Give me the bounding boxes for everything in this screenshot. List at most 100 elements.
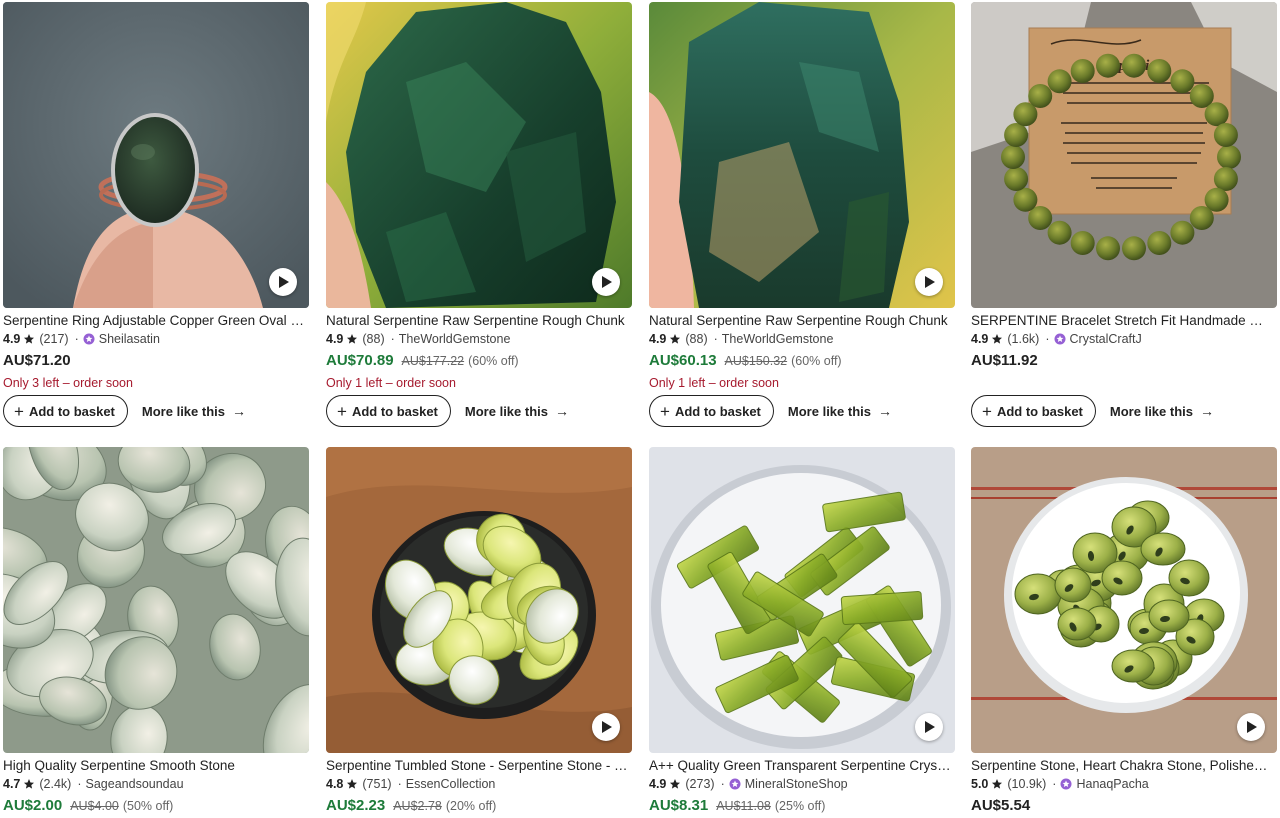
rating-value: 4.7 <box>3 776 21 791</box>
shop-name[interactable]: Sheilasatin <box>99 332 160 346</box>
more-like-this-link[interactable]: More like this → <box>465 403 569 419</box>
play-video-button[interactable] <box>592 713 620 741</box>
rating-row: 4.9 (217) · Sheilasatin <box>3 330 309 347</box>
price-row: AU$70.89 AU$177.22 (60% off) <box>326 352 632 372</box>
separator-dot: · <box>720 776 725 791</box>
product-title[interactable]: Serpentine Tumbled Stone - Serpentine St… <box>326 758 628 774</box>
product-title[interactable]: Serpentine Ring Adjustable Copper Green … <box>3 313 305 329</box>
product-card[interactable]: High Quality Serpentine Smooth Stone 4.7 (… <box>3 447 309 817</box>
current-price: AU$2.23 <box>326 797 386 814</box>
product-card[interactable]: Serpentine SERPENTINE Bracelet Stretch F… <box>971 2 1277 427</box>
more-like-this-link[interactable]: More like this → <box>1110 403 1214 419</box>
original-price: AU$150.32 <box>724 354 788 368</box>
shop-name[interactable]: MineralStoneShop <box>745 777 848 791</box>
rating-row: 5.0 (10.9k) · HanaqPacha <box>971 775 1277 792</box>
product-photo <box>649 447 955 753</box>
shop-name[interactable]: TheWorldGemstone <box>722 332 834 346</box>
product-title[interactable]: SERPENTINE Bracelet Stretch Fit Handmade… <box>971 313 1273 329</box>
rating-row: 4.7 (2.4k) · Sageandsoundau <box>3 775 309 792</box>
plus-icon: + <box>982 401 992 421</box>
product-title[interactable]: Natural Serpentine Raw Serpentine Rough … <box>326 313 628 329</box>
rating-value: 4.9 <box>3 331 21 346</box>
original-price: AU$177.22 <box>401 354 465 368</box>
product-image[interactable] <box>3 447 309 753</box>
product-image[interactable] <box>326 447 632 753</box>
star-icon <box>992 333 1003 344</box>
shop-name[interactable]: EssenCollection <box>406 777 496 791</box>
rating-row: 4.9 (88) · TheWorldGemstone <box>649 330 955 347</box>
star-icon <box>992 778 1003 789</box>
review-count: (10.9k) <box>1007 776 1047 791</box>
play-video-button[interactable] <box>269 268 297 296</box>
product-image[interactable] <box>326 2 632 308</box>
product-image[interactable] <box>649 447 955 753</box>
product-photo <box>3 447 309 753</box>
stock-warning: Only 1 left – order soon <box>326 376 456 390</box>
plus-icon: + <box>337 401 347 421</box>
star-icon <box>670 778 681 789</box>
shop-name[interactable]: TheWorldGemstone <box>399 332 511 346</box>
stock-warning: Only 1 left – order soon <box>649 376 779 390</box>
rating-value: 4.9 <box>649 331 667 346</box>
product-card[interactable]: Serpentine Stone, Heart Chakra Stone, Po… <box>971 447 1277 817</box>
product-card[interactable]: Serpentine Ring Adjustable Copper Green … <box>3 2 309 427</box>
separator-dot: · <box>74 331 79 346</box>
review-count: (88) <box>362 331 385 346</box>
product-photo <box>3 2 309 308</box>
review-count: (88) <box>685 331 708 346</box>
price-row: AU$2.00 AU$4.00 (50% off) <box>3 797 309 817</box>
add-to-basket-label: Add to basket <box>28 403 115 419</box>
more-like-this-link[interactable]: More like this → <box>788 403 892 419</box>
product-card[interactable]: A++ Quality Green Transparent Serpentine… <box>649 447 955 817</box>
play-icon <box>602 721 612 733</box>
price-row: AU$11.92 <box>971 352 1277 372</box>
product-card[interactable]: Serpentine Tumbled Stone - Serpentine St… <box>326 447 632 817</box>
more-like-this-link[interactable]: More like this → <box>142 403 246 419</box>
product-title[interactable]: A++ Quality Green Transparent Serpentine… <box>649 758 951 774</box>
discount-percent: (50% off) <box>122 799 174 813</box>
play-icon <box>925 721 935 733</box>
star-seller-badge-icon <box>729 778 741 789</box>
current-price: AU$60.13 <box>649 352 717 369</box>
card-actions: + Add to basket More like this → <box>3 395 309 427</box>
rating-row: 4.9 (88) · TheWorldGemstone <box>326 330 632 347</box>
price-row: AU$2.23 AU$2.78 (20% off) <box>326 797 632 817</box>
price-row: AU$5.54 <box>971 797 1277 817</box>
review-count: (2.4k) <box>39 776 72 791</box>
review-count: (751) <box>362 776 392 791</box>
product-image[interactable]: Serpentine <box>971 2 1277 308</box>
current-price: AU$70.89 <box>326 352 394 369</box>
arrow-right-icon: → <box>1199 403 1214 419</box>
play-video-button[interactable] <box>915 713 943 741</box>
add-to-basket-button[interactable]: + Add to basket <box>3 395 128 427</box>
add-to-basket-button[interactable]: + Add to basket <box>326 395 451 427</box>
rating-value: 4.9 <box>649 776 667 791</box>
product-grid: Serpentine Ring Adjustable Copper Green … <box>0 0 1280 818</box>
review-count: (273) <box>685 776 715 791</box>
rating-value: 5.0 <box>971 776 989 791</box>
price-row: AU$60.13 AU$150.32 (60% off) <box>649 352 955 372</box>
add-to-basket-button[interactable]: + Add to basket <box>971 395 1096 427</box>
product-image[interactable] <box>3 2 309 308</box>
product-image[interactable] <box>649 2 955 308</box>
shop-name[interactable]: HanaqPacha <box>1076 777 1148 791</box>
stock-warning <box>971 376 1277 391</box>
more-like-this-label: More like this <box>1109 403 1193 419</box>
add-to-basket-label: Add to basket <box>674 403 761 419</box>
play-video-button[interactable] <box>915 268 943 296</box>
product-card[interactable]: Natural Serpentine Raw Serpentine Rough … <box>326 2 632 427</box>
product-title[interactable]: Natural Serpentine Raw Serpentine Rough … <box>649 313 951 329</box>
play-icon <box>602 276 612 288</box>
shop-name[interactable]: CrystalCraftJ <box>1070 332 1142 346</box>
play-video-button[interactable] <box>1237 713 1265 741</box>
product-card[interactable]: Natural Serpentine Raw Serpentine Rough … <box>649 2 955 427</box>
product-title[interactable]: High Quality Serpentine Smooth Stone <box>3 758 305 774</box>
shop-name[interactable]: Sageandsoundau <box>86 777 184 791</box>
separator-dot: · <box>1045 331 1050 346</box>
separator-dot: · <box>390 331 395 346</box>
product-image[interactable] <box>971 447 1277 753</box>
separator-dot: · <box>1052 776 1057 791</box>
product-title[interactable]: Serpentine Stone, Heart Chakra Stone, Po… <box>971 758 1273 774</box>
play-video-button[interactable] <box>592 268 620 296</box>
add-to-basket-button[interactable]: + Add to basket <box>649 395 774 427</box>
